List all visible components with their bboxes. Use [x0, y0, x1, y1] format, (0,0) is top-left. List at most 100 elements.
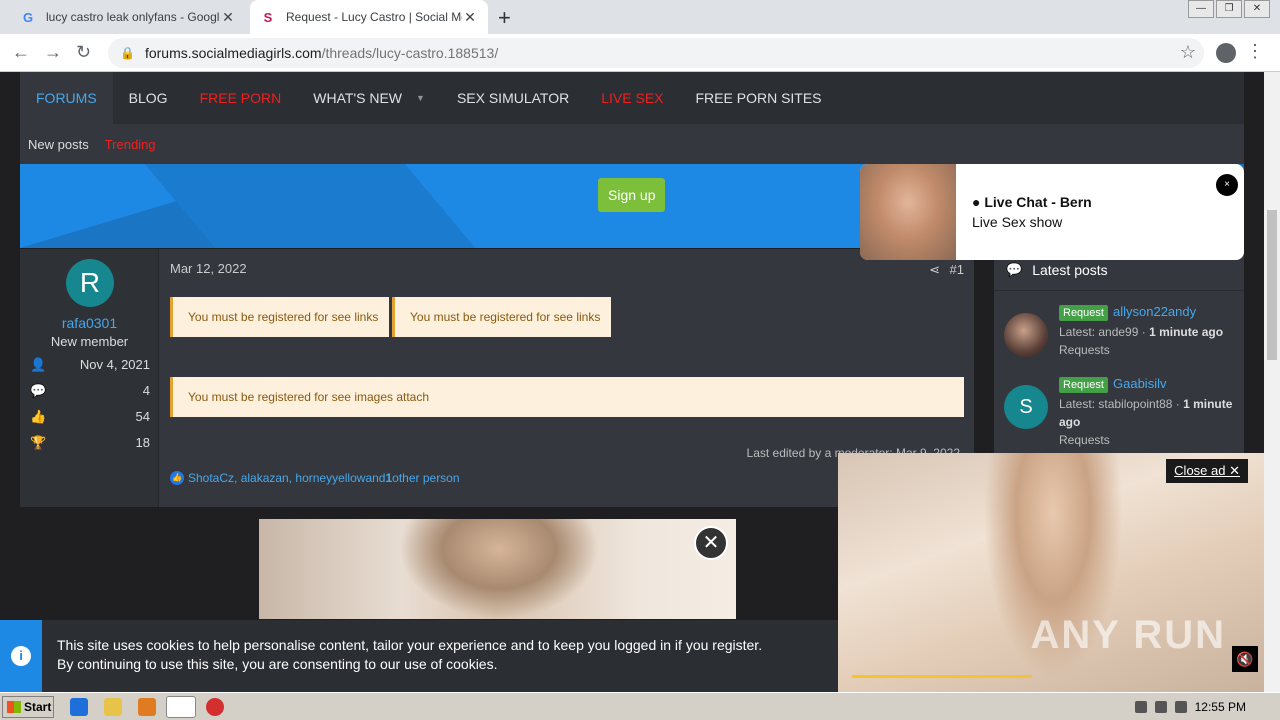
- avatar[interactable]: [1004, 313, 1048, 357]
- sidebar-title: Latest posts: [1032, 261, 1108, 278]
- new-tab-icon[interactable]: +: [498, 5, 511, 31]
- nav-whats-new[interactable]: WHAT'S NEW ▼: [297, 72, 441, 124]
- avatar[interactable]: R: [66, 259, 114, 307]
- page-scrollbar[interactable]: [1264, 72, 1280, 692]
- start-label: Start: [24, 700, 52, 714]
- folder-icon[interactable]: [104, 698, 122, 716]
- thread-title-link[interactable]: allyson22andy: [1113, 304, 1196, 319]
- close-ad-button[interactable]: Close ad ✕: [1166, 459, 1248, 483]
- cookie-notice: i This site uses cookies to help persona…: [0, 620, 838, 692]
- nav-forums[interactable]: FORUMS: [20, 72, 113, 124]
- live-chat-popup[interactable]: ● Live Chat - Bern Live Sex show ×: [860, 164, 1244, 260]
- minimize-icon[interactable]: —: [1188, 0, 1214, 18]
- likes-and: and: [365, 471, 386, 485]
- video-ad[interactable]: Close ad ✕ ANY RUN 🔇: [838, 453, 1264, 692]
- close-window-icon[interactable]: ✕: [1244, 0, 1270, 18]
- nav-label: BLOG: [128, 90, 168, 106]
- messages-icon: 💬: [30, 383, 47, 398]
- live-chat-title: ● Live Chat - Bern: [972, 194, 1092, 210]
- close-ad-icon[interactable]: ✕: [694, 526, 728, 560]
- latest-label: Latest: stabilopoint88 ·: [1059, 397, 1184, 411]
- latest-label: Latest: ande99 ·: [1059, 325, 1150, 339]
- tab-google-search[interactable]: G lucy castro leak onlyfans - Google Se …: [10, 0, 246, 34]
- scrollbar-thumb[interactable]: [1267, 210, 1277, 360]
- back-icon[interactable]: ←: [12, 42, 30, 63]
- chrome-menu-icon[interactable]: ⋮: [1246, 41, 1264, 62]
- lock-icon: 🔒: [120, 46, 135, 60]
- system-tray: 12:55 PM: [1100, 695, 1280, 719]
- ad-image[interactable]: [259, 519, 736, 619]
- nav-blog[interactable]: BLOG: [113, 72, 184, 124]
- bookmark-star-icon[interactable]: ☆: [1180, 42, 1196, 63]
- live-dot-icon: ●: [972, 194, 985, 210]
- address-bar[interactable]: 🔒 forums.socialmediagirls.com/threads/lu…: [108, 38, 1204, 68]
- info-icon-box: i: [0, 620, 42, 692]
- nav-sex-simulator[interactable]: SEX SIMULATOR: [441, 72, 585, 124]
- ie-icon[interactable]: [70, 698, 88, 716]
- nav-label: FREE PORN SITES: [695, 90, 822, 106]
- speaker-icon[interactable]: [1134, 701, 1147, 713]
- google-icon: G: [22, 9, 34, 25]
- avatar[interactable]: S: [1004, 385, 1048, 429]
- thread-post: R rafa0301 New member 👤 Nov 4, 2021 💬 4 …: [20, 249, 974, 507]
- stat-value: Nov 4, 2021: [79, 356, 150, 372]
- network-icon[interactable]: [1154, 701, 1167, 713]
- likes-users[interactable]: ShotaCz, alakazan, horneyyellow: [188, 471, 365, 485]
- username-link[interactable]: rafa0301: [20, 315, 159, 331]
- cookie-line-2: By continuing to use this site, you are …: [57, 656, 498, 672]
- tab-title: Request - Lucy Castro | Social Media: [286, 10, 462, 24]
- chrome-taskbar-button[interactable]: [166, 696, 196, 718]
- clock: 12:55 PM: [1194, 700, 1246, 714]
- nav-free-porn[interactable]: FREE PORN: [184, 72, 298, 124]
- nav-label: WHAT'S NEW: [313, 90, 403, 106]
- forward-icon[interactable]: →: [44, 42, 62, 63]
- likes-other-count[interactable]: 1: [385, 471, 392, 485]
- thread-title-link[interactable]: Gaabisilv: [1113, 376, 1166, 391]
- nav-free-porn-sites[interactable]: FREE PORN SITES: [680, 72, 838, 124]
- reactions-bar[interactable]: 👍 ShotaCz, alakazan, horneyyellow and 1 …: [170, 471, 460, 485]
- post-meta: Latest: stabilopoint88 · 1 minute ago Re…: [1059, 395, 1234, 449]
- windows-taskbar: Start 12:55 PM: [0, 692, 1280, 720]
- sub-nav: New posts Trending: [20, 124, 1244, 164]
- subnav-new-posts[interactable]: New posts: [28, 137, 89, 152]
- thumbs-up-icon: 👍: [30, 409, 47, 424]
- post-number[interactable]: #1: [950, 262, 964, 277]
- close-tab-icon[interactable]: ✕: [462, 9, 478, 26]
- request-badge: Request: [1059, 377, 1108, 393]
- restore-icon[interactable]: ❐: [1216, 0, 1242, 18]
- forum-link[interactable]: Requests: [1059, 343, 1110, 357]
- account-icon[interactable]: [1216, 43, 1236, 63]
- video-progress-bar[interactable]: [852, 675, 1032, 678]
- flag-icon[interactable]: [1174, 701, 1187, 713]
- ad-figure: [399, 519, 599, 619]
- signup-button[interactable]: Sign up: [598, 178, 666, 212]
- nav-live-sex[interactable]: LIVE SEX: [585, 72, 679, 124]
- media-player-icon[interactable]: [138, 698, 156, 716]
- stat-value: 54: [135, 408, 150, 424]
- subnav-trending[interactable]: Trending: [105, 137, 156, 152]
- likes-other-suffix[interactable]: other person: [392, 471, 459, 485]
- live-chat-subtitle: Live Sex show: [972, 214, 1063, 230]
- forum-link[interactable]: Requests: [1059, 433, 1110, 447]
- url-path: /threads/lucy-castro.188513/: [321, 45, 499, 61]
- post-date[interactable]: Mar 12, 2022: [170, 261, 247, 276]
- info-icon: i: [11, 646, 31, 666]
- chevron-down-icon[interactable]: ▼: [416, 93, 425, 103]
- stat-points: 🏆 18: [30, 433, 150, 451]
- watermark-logo: ANY RUN: [1030, 613, 1226, 657]
- latest-posts-sidebar: 💬 Latest posts Request allyson22andy Lat…: [994, 249, 1244, 455]
- mute-icon[interactable]: 🔇: [1232, 646, 1258, 672]
- close-tab-icon[interactable]: ✕: [220, 9, 236, 26]
- reload-icon[interactable]: ↻: [76, 42, 91, 63]
- nav-label: FREE PORN: [199, 90, 282, 106]
- cookie-text: This site uses cookies to help personali…: [42, 620, 838, 692]
- close-popup-icon[interactable]: ×: [1216, 174, 1238, 196]
- trophy-icon: 🏆: [30, 435, 47, 450]
- tab-request-lucy-castro[interactable]: S Request - Lucy Castro | Social Media ✕: [250, 0, 488, 34]
- start-button[interactable]: Start: [2, 696, 54, 718]
- stop-icon[interactable]: [206, 698, 224, 716]
- share-icon[interactable]: ⋖: [929, 262, 940, 278]
- live-chat-thumbnail[interactable]: [860, 164, 956, 260]
- request-badge: Request: [1059, 305, 1108, 321]
- notice-images: You must be registered for see images at…: [170, 377, 964, 417]
